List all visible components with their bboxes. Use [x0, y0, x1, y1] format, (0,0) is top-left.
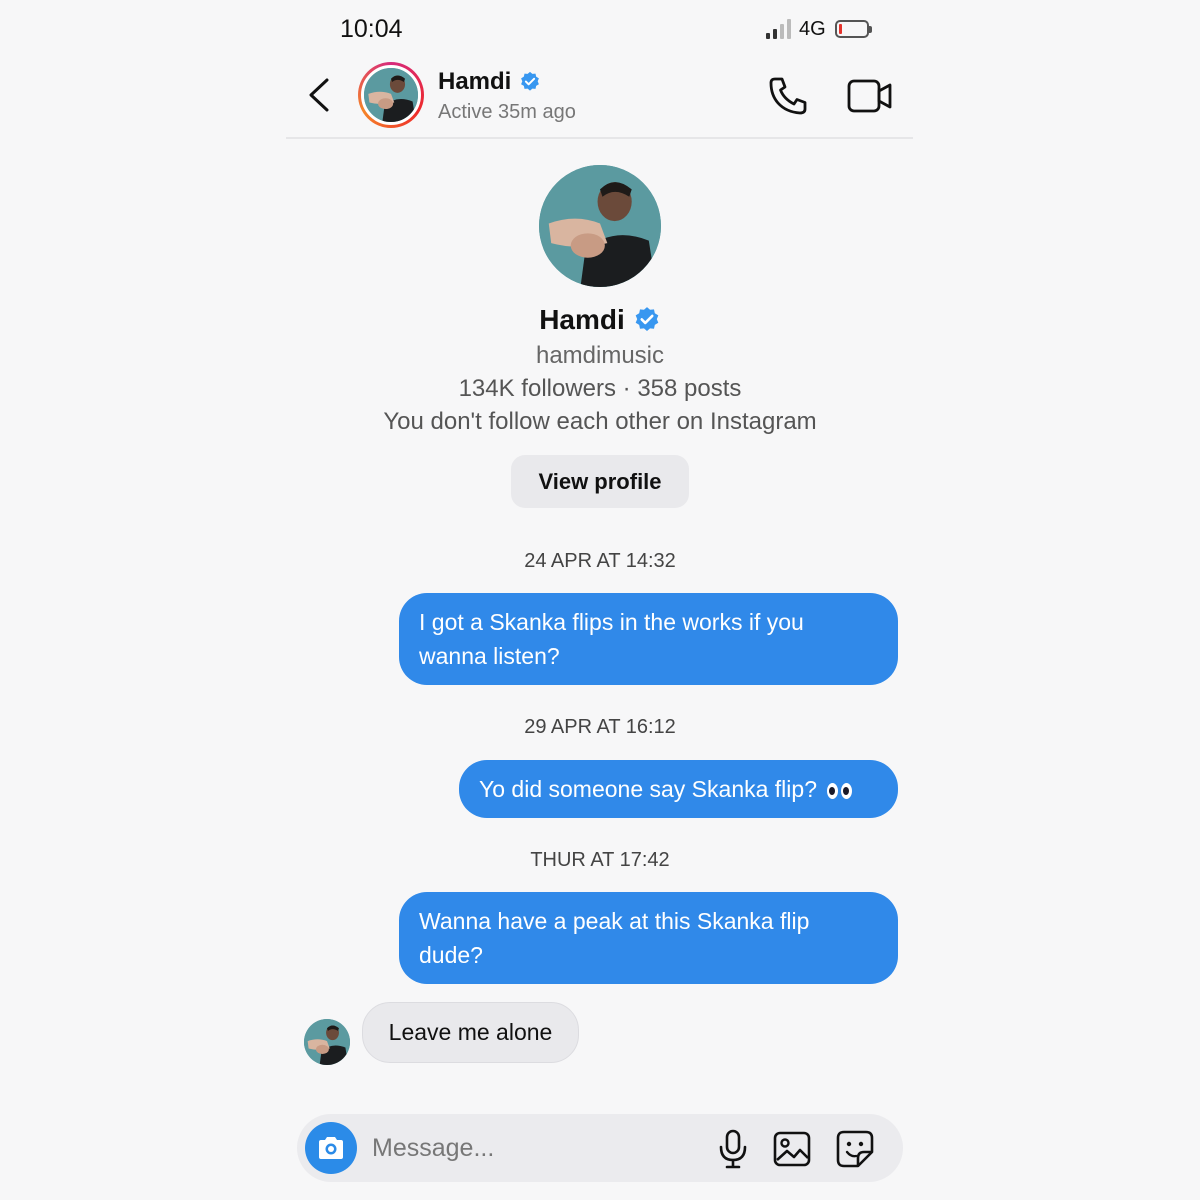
profile-photo — [304, 1019, 350, 1065]
header-name-label: Hamdi — [438, 68, 512, 95]
sender-avatar[interactable] — [304, 1019, 350, 1065]
message-input[interactable] — [372, 1126, 692, 1170]
follow-status-note: You don't follow each other on Instagram — [383, 408, 817, 435]
active-status: Active 35m ago — [438, 101, 576, 123]
profile-avatar[interactable] — [539, 165, 661, 287]
camera-icon — [319, 1137, 343, 1159]
message-timestamp: THUR AT 17:42 — [530, 849, 670, 871]
header-avatar[interactable] — [358, 62, 424, 128]
phone-icon — [769, 77, 807, 115]
gallery-button[interactable] — [772, 1130, 812, 1168]
video-call-button[interactable] — [846, 76, 894, 116]
signal-icon — [766, 19, 791, 39]
video-camera-icon — [847, 79, 892, 113]
profile-name-label: Hamdi — [539, 304, 625, 335]
verified-badge-icon — [635, 307, 659, 331]
battery-icon — [834, 20, 872, 38]
header-name[interactable]: Hamdi — [438, 68, 541, 96]
message-text: Yo did someone say Skanka flip? — [479, 776, 817, 802]
eyes-emoji-icon — [826, 782, 852, 799]
message-text: Leave me alone — [388, 1019, 553, 1045]
sticker-icon — [836, 1130, 874, 1168]
verified-badge-icon — [521, 71, 540, 91]
status-indicators: 4G — [766, 16, 872, 42]
voice-call-button[interactable] — [766, 74, 810, 118]
message-line: dude? — [419, 942, 483, 968]
profile-photo — [539, 165, 661, 287]
voice-message-button[interactable] — [716, 1128, 750, 1170]
profile-username: hamdimusic — [535, 342, 665, 369]
view-profile-button[interactable]: View profile — [511, 455, 689, 508]
image-icon — [773, 1131, 811, 1167]
received-message[interactable]: Leave me alone — [362, 1002, 579, 1063]
sent-message[interactable]: Wanna have a peak at this Skanka flip du… — [399, 892, 898, 984]
header-divider — [286, 137, 913, 139]
back-button[interactable] — [300, 74, 340, 116]
sent-message[interactable]: Yo did someone say Skanka flip? — [459, 760, 898, 818]
profile-name: Hamdi — [0, 304, 1200, 336]
message-timestamp: 24 APR AT 14:32 — [524, 550, 676, 572]
message-timestamp: 29 APR AT 16:12 — [524, 716, 676, 738]
avatar — [361, 65, 421, 125]
message-line: I got a Skanka flips in the works if you — [419, 609, 804, 635]
profile-photo — [364, 68, 418, 122]
network-label: 4G — [799, 17, 826, 40]
message-line: wanna listen? — [419, 643, 560, 669]
microphone-icon — [719, 1129, 747, 1169]
status-time: 10:04 — [340, 15, 403, 43]
camera-button[interactable] — [305, 1122, 357, 1174]
profile-stats: 134K followers · 358 posts — [458, 375, 742, 402]
chevron-left-icon — [309, 78, 329, 112]
sent-message[interactable]: I got a Skanka flips in the works if you… — [399, 593, 898, 685]
message-line: Wanna have a peak at this Skanka flip — [419, 908, 810, 934]
sticker-button[interactable] — [834, 1128, 876, 1170]
